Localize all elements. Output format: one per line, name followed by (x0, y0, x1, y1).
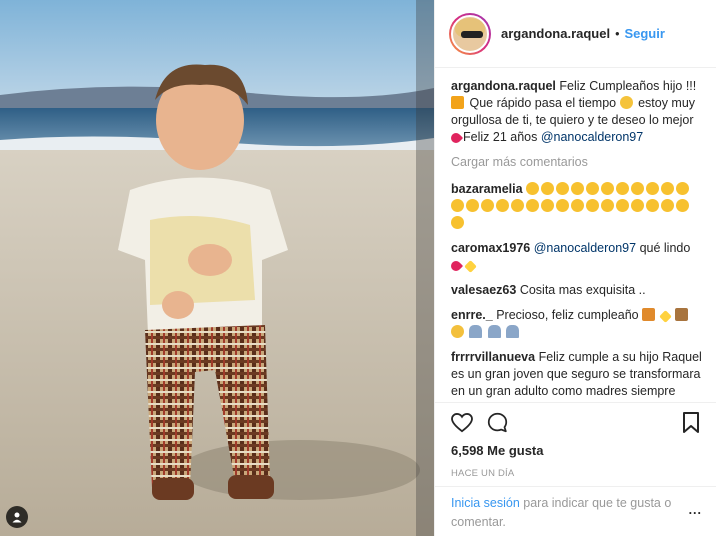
comment-username[interactable]: valesaez63 (451, 283, 516, 297)
comment-text: qué lindo (639, 241, 691, 255)
clapping-hands-emoji-icon (571, 199, 584, 212)
comment-item: frrrrvillanueva Feliz cumple a su hijo R… (451, 349, 702, 398)
avatar-image (451, 14, 489, 53)
follow-button[interactable]: Seguir (624, 26, 664, 41)
clapping-hands-emoji-icon (676, 199, 689, 212)
comment-bubble-icon[interactable] (487, 412, 508, 436)
clapping-hands-emoji-icon (631, 199, 644, 212)
comment-item: enrre._ Precioso, feliz cumpleaño (451, 307, 702, 341)
clapping-hands-emoji-icon (586, 182, 600, 195)
heart-emoji-icon (451, 130, 464, 146)
comment-item: caromax1976 @nanocalderon97 qué lindo (451, 240, 702, 274)
post-header: argandona.raquel • Seguir (435, 0, 716, 68)
caption-text-1: Feliz Cumpleaños hijo !!! (559, 79, 697, 93)
clapping-hands-emoji-icon (556, 182, 570, 195)
comment-username[interactable]: frrrrvillanueva (451, 350, 535, 364)
more-options-button[interactable]: ... (689, 501, 702, 520)
bookmark-icon[interactable] (682, 411, 700, 437)
clapping-hands-emoji-icon (601, 182, 615, 195)
comments-list: argandona.raquel Feliz Cumpleaños hijo !… (451, 78, 702, 398)
caption-text-2: Que rápido pasa el tiempo (469, 96, 617, 110)
sparkles-emoji-icon (464, 260, 478, 273)
login-link[interactable]: Inicia sesión (451, 496, 520, 510)
tearful-face-emoji-icon (619, 96, 633, 109)
clapping-hands-emoji-icon (466, 199, 479, 212)
clapping-hands-emoji-icon (496, 199, 509, 212)
comment-username[interactable]: enrre._ (451, 308, 493, 322)
clapping-hands-emoji-icon (676, 182, 690, 195)
caption: argandona.raquel Feliz Cumpleaños hijo !… (451, 78, 702, 146)
caption-mention[interactable]: @nanocalderon97 (541, 130, 643, 144)
clapping-hands-emoji-icon (601, 199, 614, 212)
load-more-comments-button[interactable]: Cargar más comentarios (451, 154, 702, 171)
clapping-hands-emoji-icon (451, 199, 464, 212)
smiling-face-emoji-icon (451, 325, 464, 338)
clapping-hands-emoji-icon (661, 182, 675, 195)
clapping-hands-emoji-icon (556, 199, 569, 212)
clapping-hands-emoji-icon (616, 182, 630, 195)
post-photo[interactable] (0, 0, 434, 536)
clapping-hands-emoji-icon (571, 182, 585, 195)
comment-mention[interactable]: @nanocalderon97 (534, 241, 636, 255)
sparkles-emoji-icon (658, 310, 672, 323)
heart-outline-icon[interactable] (451, 412, 473, 436)
post-timestamp[interactable]: HACE UN DÍA (451, 468, 700, 479)
person-emoji-icon (506, 325, 520, 338)
login-prompt: Inicia sesión para indicar que te gusta … (435, 486, 716, 536)
clapping-hands-emoji-icon (646, 182, 660, 195)
avatar[interactable] (449, 12, 491, 55)
clapping-hands-emoji-icon (616, 199, 629, 212)
caption-username[interactable]: argandona.raquel (451, 79, 556, 93)
clapping-hands-emoji-icon (541, 199, 554, 212)
comment-item: valesaez63 Cosita mas exquisita .. (451, 282, 702, 299)
comment-username[interactable]: caromax1976 (451, 241, 530, 255)
header-dot-separator: • (615, 26, 620, 41)
clapping-hands-emoji-icon (541, 182, 555, 195)
clapping-hands-emoji-icon (646, 199, 659, 212)
clapping-hands-emoji-icon (661, 199, 674, 212)
person-tag-icon[interactable] (6, 506, 28, 528)
instagram-post: argandona.raquel • Seguir argandona.raqu… (0, 0, 716, 536)
clapping-hands-emoji-icon (526, 199, 539, 212)
clapping-hands-emoji-icon (631, 182, 645, 195)
clapping-hands-emoji-icon (526, 182, 540, 195)
clapping-hands-emoji-icon (481, 199, 494, 212)
person-emoji-icon (469, 325, 483, 338)
cake-emoji-icon (675, 308, 689, 321)
comment-item: bazaramelia (451, 181, 702, 232)
comment-text: Cosita mas exquisita .. (519, 283, 646, 297)
heart-emoji-icon (451, 258, 464, 274)
clapping-hands-emoji-icon (451, 216, 464, 229)
clapping-hands-emoji-icon (586, 199, 599, 212)
comment-username[interactable]: bazaramelia (451, 182, 523, 196)
likes-count[interactable]: 6,598 Me gusta (451, 443, 700, 458)
gift-emoji-icon (451, 96, 464, 109)
comment-text: Precioso, feliz cumpleaño (496, 308, 639, 322)
header-username[interactable]: argandona.raquel (501, 26, 610, 41)
person-emoji-icon (487, 325, 501, 338)
post-side-panel: argandona.raquel • Seguir argandona.raqu… (434, 0, 716, 536)
clapping-hands-emoji-icon (511, 199, 524, 212)
caption-text-4: Feliz 21 años (463, 130, 538, 144)
post-actions: 6,598 Me gusta HACE UN DÍA (435, 402, 716, 479)
party-popper-emoji-icon (642, 308, 656, 321)
action-icons-row (451, 409, 700, 439)
